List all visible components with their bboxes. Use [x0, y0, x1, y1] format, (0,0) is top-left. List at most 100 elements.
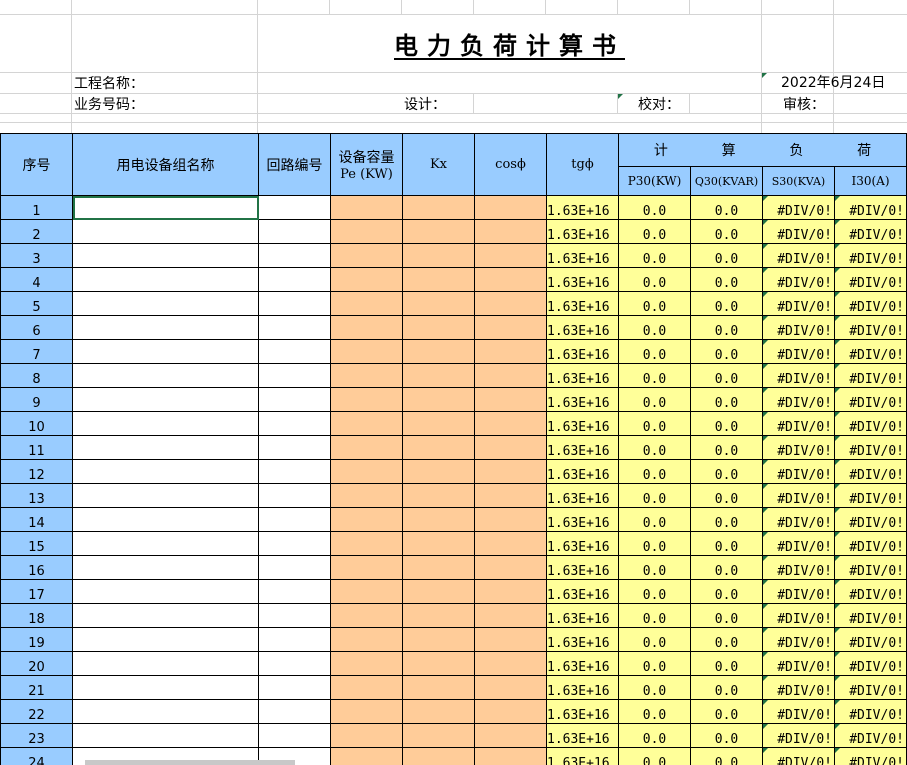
tg-phi-cell[interactable]: 1.63E+16 [546, 699, 619, 724]
circuit-number-cell[interactable] [258, 195, 331, 220]
p30-cell[interactable]: 0.0 [618, 555, 691, 580]
row-number-cell[interactable]: 10 [0, 411, 73, 436]
capacity-cell[interactable] [330, 483, 403, 508]
q30-cell[interactable]: 0.0 [690, 195, 763, 220]
capacity-cell[interactable] [330, 387, 403, 412]
cos-phi-cell[interactable] [474, 387, 547, 412]
cos-phi-cell[interactable] [474, 603, 547, 628]
row-number-cell[interactable]: 1 [0, 195, 73, 220]
circuit-number-cell[interactable] [258, 555, 331, 580]
tg-phi-cell[interactable]: 1.63E+16 [546, 603, 619, 628]
cos-phi-cell[interactable] [474, 435, 547, 460]
capacity-cell[interactable] [330, 507, 403, 532]
tg-phi-cell[interactable]: 1.63E+16 [546, 315, 619, 340]
cos-phi-cell[interactable] [474, 579, 547, 604]
header-calculated-load[interactable]: 计 算 负 荷 [618, 133, 907, 167]
tg-phi-cell[interactable]: 1.63E+16 [546, 651, 619, 676]
q30-cell[interactable]: 0.0 [690, 411, 763, 436]
circuit-number-cell[interactable] [258, 243, 331, 268]
i30-cell[interactable]: #DIV/0! [834, 555, 907, 580]
i30-cell[interactable]: #DIV/0! [834, 315, 907, 340]
i30-cell[interactable]: #DIV/0! [834, 291, 907, 316]
row-number-cell[interactable]: 23 [0, 723, 73, 748]
row-number-cell[interactable]: 8 [0, 363, 73, 388]
circuit-number-cell[interactable] [258, 483, 331, 508]
device-group-name-cell[interactable] [72, 507, 259, 532]
cos-phi-cell[interactable] [474, 723, 547, 748]
s30-cell[interactable]: #DIV/0! [762, 579, 835, 604]
tg-phi-cell[interactable]: 1.63E+16 [546, 363, 619, 388]
i30-cell[interactable]: #DIV/0! [834, 699, 907, 724]
q30-cell[interactable]: 0.0 [690, 483, 763, 508]
cos-phi-cell[interactable] [474, 291, 547, 316]
row-number-cell[interactable]: 3 [0, 243, 73, 268]
circuit-number-cell[interactable] [258, 339, 331, 364]
s30-cell[interactable]: #DIV/0! [762, 747, 835, 765]
kx-cell[interactable] [402, 195, 475, 220]
device-group-name-cell[interactable] [72, 483, 259, 508]
s30-cell[interactable]: #DIV/0! [762, 651, 835, 676]
kx-cell[interactable] [402, 459, 475, 484]
s30-cell[interactable]: #DIV/0! [762, 315, 835, 340]
device-group-name-cell[interactable] [72, 699, 259, 724]
kx-cell[interactable] [402, 435, 475, 460]
p30-cell[interactable]: 0.0 [618, 459, 691, 484]
circuit-number-cell[interactable] [258, 363, 331, 388]
kx-cell[interactable] [402, 723, 475, 748]
cos-phi-cell[interactable] [474, 267, 547, 292]
header-cos-phi[interactable]: cosϕ [474, 133, 547, 196]
s30-cell[interactable]: #DIV/0! [762, 723, 835, 748]
header-circuit-number[interactable]: 回路编号 [258, 133, 331, 196]
s30-cell[interactable]: #DIV/0! [762, 627, 835, 652]
s30-cell[interactable]: #DIV/0! [762, 699, 835, 724]
row-number-cell[interactable]: 6 [0, 315, 73, 340]
i30-cell[interactable]: #DIV/0! [834, 243, 907, 268]
row-number-cell[interactable]: 18 [0, 603, 73, 628]
device-group-name-cell[interactable] [72, 291, 259, 316]
device-group-name-cell[interactable] [72, 723, 259, 748]
q30-cell[interactable]: 0.0 [690, 387, 763, 412]
circuit-number-cell[interactable] [258, 531, 331, 556]
header-kx[interactable]: Kx [402, 133, 475, 196]
capacity-cell[interactable] [330, 627, 403, 652]
i30-cell[interactable]: #DIV/0! [834, 651, 907, 676]
cos-phi-cell[interactable] [474, 459, 547, 484]
i30-cell[interactable]: #DIV/0! [834, 531, 907, 556]
capacity-cell[interactable] [330, 459, 403, 484]
p30-cell[interactable]: 0.0 [618, 195, 691, 220]
p30-cell[interactable]: 0.0 [618, 339, 691, 364]
s30-cell[interactable]: #DIV/0! [762, 555, 835, 580]
device-group-name-cell[interactable] [72, 579, 259, 604]
i30-cell[interactable]: #DIV/0! [834, 507, 907, 532]
p30-cell[interactable]: 0.0 [618, 315, 691, 340]
circuit-number-cell[interactable] [258, 603, 331, 628]
cos-phi-cell[interactable] [474, 195, 547, 220]
row-number-cell[interactable]: 7 [0, 339, 73, 364]
circuit-number-cell[interactable] [258, 411, 331, 436]
kx-cell[interactable] [402, 651, 475, 676]
row-number-cell[interactable]: 5 [0, 291, 73, 316]
i30-cell[interactable]: #DIV/0! [834, 579, 907, 604]
kx-cell[interactable] [402, 699, 475, 724]
device-group-name-cell[interactable] [72, 555, 259, 580]
s30-cell[interactable]: #DIV/0! [762, 195, 835, 220]
tg-phi-cell[interactable]: 1.63E+16 [546, 291, 619, 316]
device-group-name-cell[interactable] [72, 651, 259, 676]
i30-cell[interactable]: #DIV/0! [834, 627, 907, 652]
cos-phi-cell[interactable] [474, 699, 547, 724]
p30-cell[interactable]: 0.0 [618, 603, 691, 628]
capacity-cell[interactable] [330, 531, 403, 556]
row-number-cell[interactable]: 15 [0, 531, 73, 556]
q30-cell[interactable]: 0.0 [690, 339, 763, 364]
kx-cell[interactable] [402, 339, 475, 364]
s30-cell[interactable]: #DIV/0! [762, 411, 835, 436]
p30-cell[interactable]: 0.0 [618, 219, 691, 244]
s30-cell[interactable]: #DIV/0! [762, 267, 835, 292]
p30-cell[interactable]: 0.0 [618, 363, 691, 388]
tg-phi-cell[interactable]: 1.63E+16 [546, 747, 619, 765]
circuit-number-cell[interactable] [258, 507, 331, 532]
s30-cell[interactable]: #DIV/0! [762, 435, 835, 460]
row-number-cell[interactable]: 11 [0, 435, 73, 460]
q30-cell[interactable]: 0.0 [690, 747, 763, 765]
tg-phi-cell[interactable]: 1.63E+16 [546, 387, 619, 412]
